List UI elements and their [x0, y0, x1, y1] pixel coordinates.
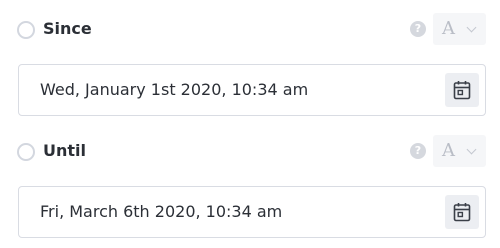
until-label: Until [43, 141, 86, 160]
calendar-icon [453, 203, 471, 222]
until-date-input[interactable]: Fri, March 6th 2020, 10:34 am [18, 186, 486, 238]
until-type-select[interactable]: A [433, 135, 486, 167]
since-radio[interactable] [17, 21, 35, 39]
until-radio[interactable] [17, 143, 35, 161]
date-range-form: Since ? A Wed, January 1st 2020, 10:34 a… [0, 0, 500, 248]
since-label: Since [43, 19, 92, 38]
help-icon[interactable]: ? [410, 143, 426, 159]
since-calendar-button[interactable] [445, 73, 479, 107]
since-header: Since ? A [0, 0, 500, 60]
since-type-select[interactable]: A [433, 13, 486, 45]
type-glyph: A [442, 140, 455, 161]
until-date-value: Fri, March 6th 2020, 10:34 am [40, 202, 283, 221]
since-date-input[interactable]: Wed, January 1st 2020, 10:34 am [18, 64, 486, 116]
until-calendar-button[interactable] [445, 195, 479, 229]
chevron-down-icon [466, 144, 477, 155]
chevron-down-icon [466, 22, 477, 33]
since-date-value: Wed, January 1st 2020, 10:34 am [40, 80, 309, 99]
until-header: Until ? A [0, 122, 500, 182]
type-glyph: A [442, 18, 455, 39]
help-icon[interactable]: ? [410, 21, 426, 37]
calendar-icon [453, 81, 471, 100]
